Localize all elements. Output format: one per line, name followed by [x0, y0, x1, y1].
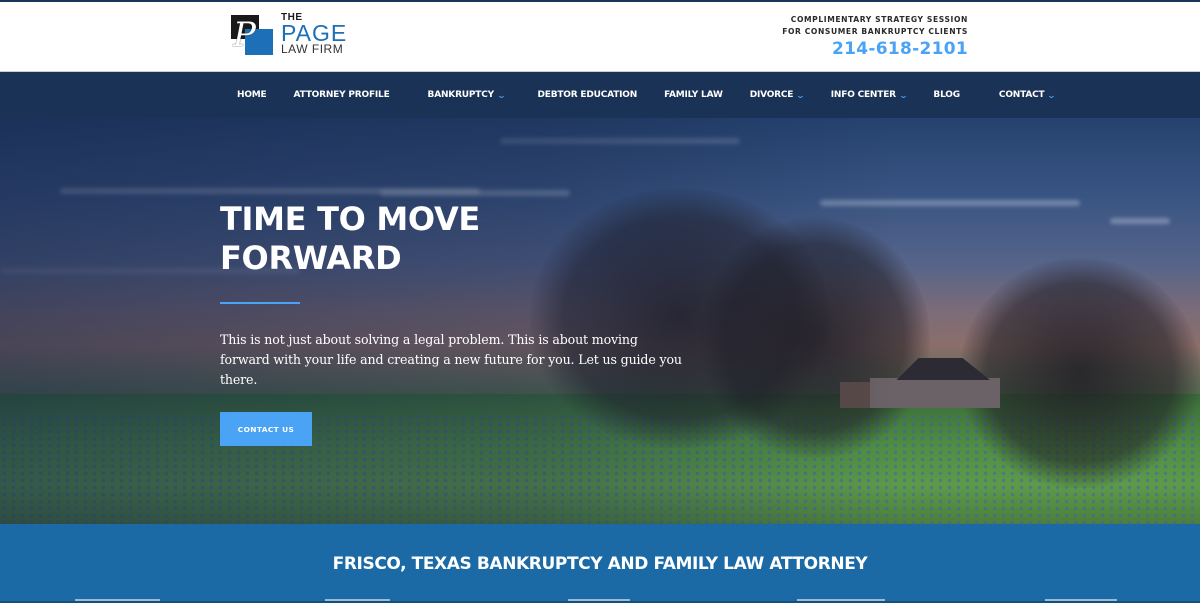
chevron-down-icon: ⌄: [496, 90, 506, 100]
logo-text: THE PAGE LAW FIRM: [281, 13, 347, 56]
nav-item-label: FAMILY LAW: [664, 90, 723, 100]
nav-item-divorce[interactable]: DIVORCE ⌄: [749, 90, 806, 100]
hero-description: This is not just about solving a legal p…: [220, 332, 682, 387]
logo[interactable]: P THE PAGE LAW FIRM: [231, 12, 361, 60]
nav-item-attorney-profile[interactable]: ATTORNEY PROFILE: [294, 90, 390, 100]
nav-list: HOME ATTORNEY PROFILE BANKRUPTCY ⌄ DEBTOR ED…: [237, 72, 1057, 118]
nav-item-label: DIVORCE: [749, 90, 794, 100]
nav-item-label: BANKRUPTCY: [427, 90, 495, 100]
nav-item-debtor-education[interactable]: DEBTOR EDUCATION: [537, 90, 637, 100]
contact-us-button[interactable]: CONTACT US: [220, 412, 312, 446]
hero-divider: [220, 302, 300, 304]
nav-item-blog[interactable]: BLOG: [933, 90, 960, 100]
nav-item-contact[interactable]: CONTACT ⌄: [998, 90, 1057, 100]
nav-item-label: ATTORNEY PROFILE: [293, 90, 390, 100]
chevron-down-icon: ⌄: [1047, 90, 1057, 100]
hero-content: TIME TO MOVE FORWARD This is not just ab…: [220, 200, 690, 446]
nav-item-label: DEBTOR EDUCATION: [537, 90, 638, 100]
main-nav: HOME ATTORNEY PROFILE BANKRUPTCY ⌄ DEBTOR ED…: [0, 72, 1200, 118]
nav-item-bankruptcy[interactable]: BANKRUPTCY ⌄: [427, 90, 507, 100]
logo-mark-icon: P: [231, 15, 273, 55]
nav-item-label: CONTACT: [998, 90, 1045, 100]
hero-title-line-1: TIME TO MOVE: [220, 200, 480, 238]
hero-title: TIME TO MOVE FORWARD: [220, 200, 690, 278]
header-promo: COMPLIMENTARY STRATEGY SESSION FOR CONSU…: [782, 14, 968, 60]
intro-band: FRISCO, TEXAS BANKRUPTCY AND FAMILY LAW …: [0, 524, 1200, 603]
promo-line-1: COMPLIMENTARY STRATEGY SESSION: [790, 15, 968, 24]
nav-item-info-center[interactable]: INFO CENTER ⌄: [830, 90, 908, 100]
chevron-down-icon: ⌄: [898, 90, 908, 100]
logo-law-firm: LAW FIRM: [281, 42, 344, 56]
phone-link[interactable]: 214-618-2101: [782, 38, 968, 60]
promo-line-2: FOR CONSUMER BANKRUPTCY CLIENTS: [782, 27, 968, 36]
nav-item-family-law[interactable]: FAMILY LAW: [664, 90, 723, 100]
hero-banner: TIME TO MOVE FORWARD This is not just ab…: [0, 118, 1200, 524]
chevron-down-icon: ⌄: [795, 90, 806, 100]
nav-item-label: HOME: [237, 90, 267, 100]
site-header: P THE PAGE LAW FIRM COMPLIMENTARY STRATE…: [0, 2, 1200, 72]
nav-item-label: INFO CENTER: [830, 90, 896, 100]
band-title: FRISCO, TEXAS BANKRUPTCY AND FAMILY LAW …: [332, 554, 868, 574]
nav-item-label: BLOG: [933, 90, 960, 100]
nav-item-home[interactable]: HOME: [237, 90, 267, 100]
hero-title-line-2: FORWARD: [220, 239, 402, 277]
